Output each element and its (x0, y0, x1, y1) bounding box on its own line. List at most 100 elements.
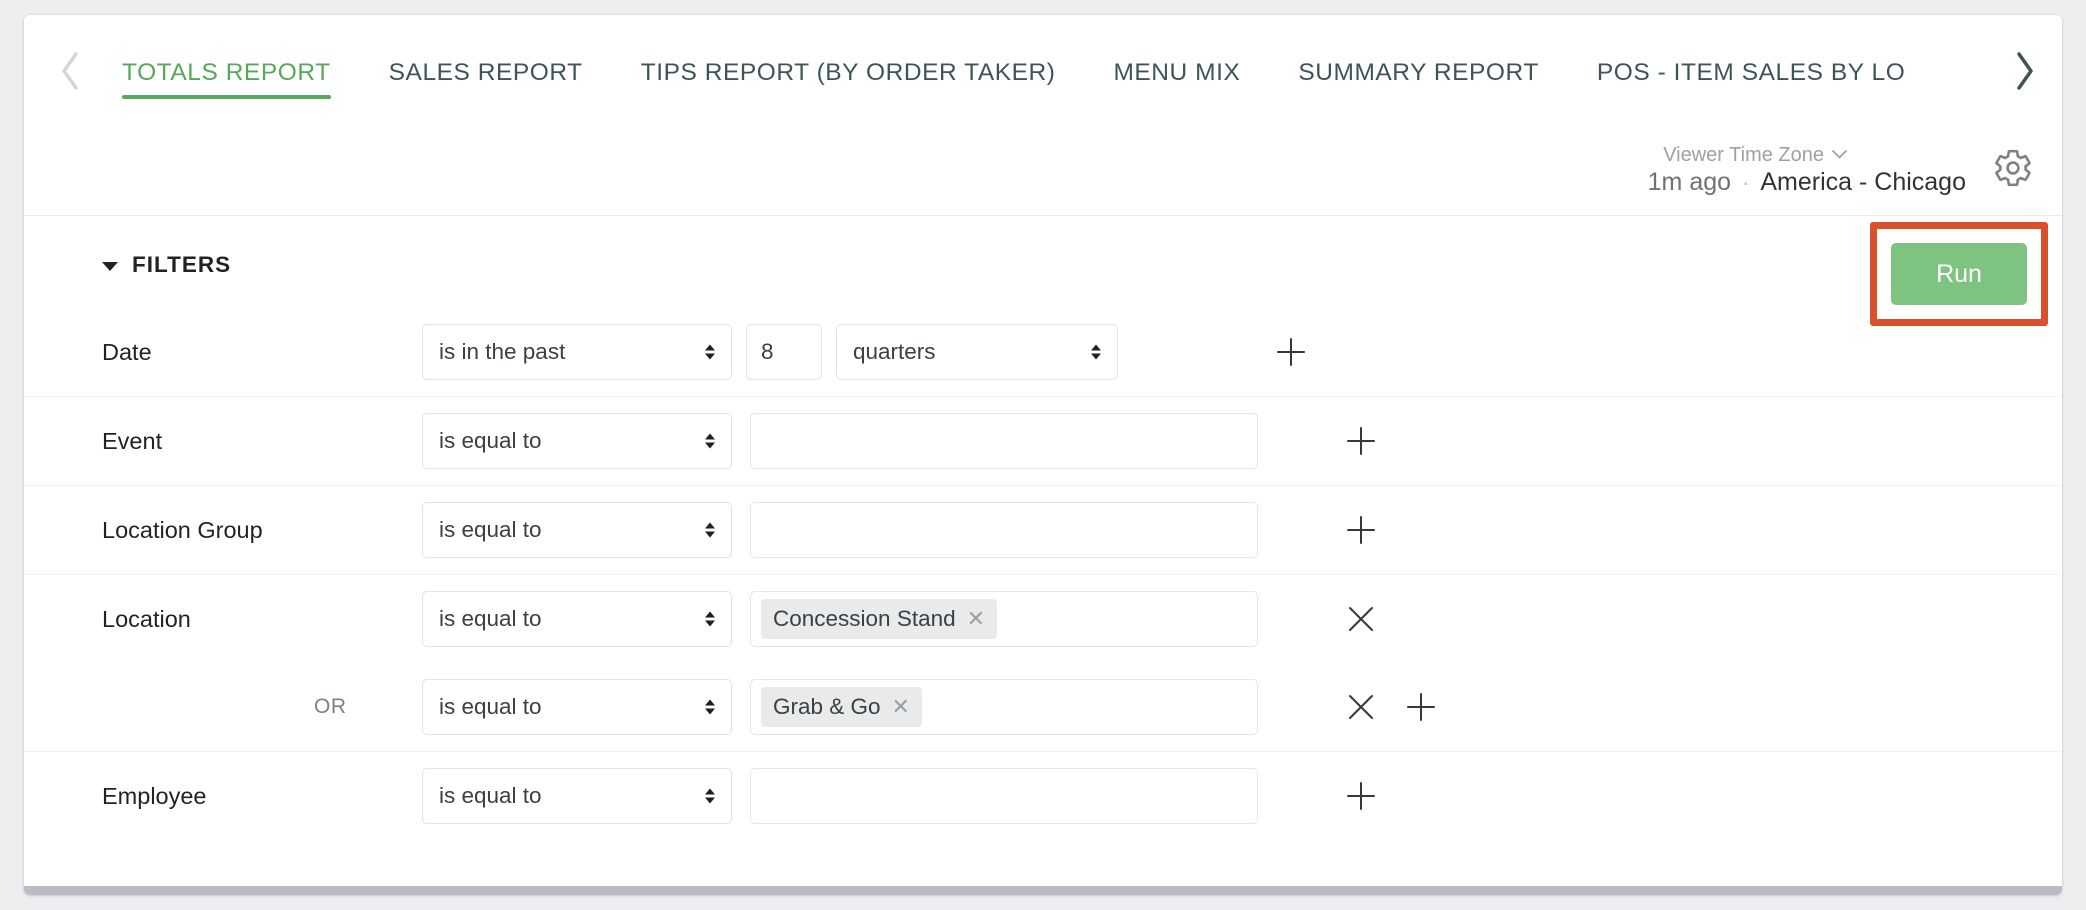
event-value-input[interactable] (750, 413, 1258, 469)
chevron-left-icon (57, 49, 83, 93)
row-actions (1274, 324, 1308, 380)
report-tab-bar: TOTALS REPORT SALES REPORT TIPS REPORT (… (24, 15, 2062, 127)
filter-row-location-group: Location Group is equal to (24, 486, 2062, 575)
token-remove-icon[interactable]: ✕ (892, 696, 910, 718)
meta-separator: · (1742, 170, 1750, 195)
select-value: is equal to (439, 694, 542, 719)
filter-token[interactable]: Concession Stand ✕ (761, 599, 998, 639)
chevron-down-icon (1831, 148, 1848, 163)
filter-rows: Date is in the past quarters (24, 308, 2062, 840)
token-label: Concession Stand (773, 606, 956, 631)
report-settings-button[interactable] (1992, 147, 2034, 194)
horizontal-scrollbar[interactable] (24, 885, 2062, 895)
last-run-time: 1m ago (1647, 168, 1732, 196)
tab-totals-report[interactable]: TOTALS REPORT (122, 15, 331, 127)
select-value: is equal to (439, 428, 542, 453)
viewer-timezone-label: Viewer Time Zone (1663, 144, 1824, 166)
select-updown-icon (705, 522, 715, 538)
filters-header: FILTERS Run (24, 216, 2062, 326)
plus-icon (1344, 779, 1378, 813)
employee-value-input[interactable] (750, 768, 1258, 824)
close-x-icon (1344, 602, 1378, 636)
date-unit-select[interactable]: quarters (836, 324, 1118, 380)
filter-row-employee: Employee is equal to (24, 752, 2062, 840)
or-connector-label: OR (314, 695, 347, 718)
tab-label: SUMMARY REPORT (1298, 59, 1539, 86)
select-updown-icon (1091, 344, 1101, 360)
tabs-scroll-right-button[interactable] (1996, 15, 2052, 127)
select-value: is equal to (439, 517, 542, 542)
filter-subrow: is in the past quarters (422, 308, 1777, 396)
location-operator-select[interactable]: is equal to (422, 591, 732, 647)
tabs-scroll-left-button[interactable] (42, 15, 98, 127)
event-operator-select[interactable]: is equal to (422, 413, 732, 469)
add-filter-button[interactable] (1404, 690, 1438, 724)
filter-subrow: is equal to (422, 486, 1777, 574)
remove-filter-button[interactable] (1344, 690, 1378, 724)
viewer-timezone-selector[interactable]: Viewer Time Zone (1663, 145, 1848, 165)
report-card: TOTALS REPORT SALES REPORT TIPS REPORT (… (24, 15, 2062, 895)
filter-row-event: Event is equal to (24, 397, 2062, 486)
filter-subrow: is equal to (422, 397, 1777, 485)
remove-filter-button[interactable] (1344, 602, 1378, 636)
row-actions (1344, 768, 1378, 824)
filter-subrow-or: is equal to Grab & Go ✕ OR (314, 663, 1777, 751)
filter-label: Date (102, 338, 152, 365)
tab-label: POS - ITEM SALES BY LO (1596, 59, 1906, 86)
filters-panel: FILTERS Run Date is in the past 8 quarte… (24, 216, 2062, 895)
location-or-operator-select[interactable]: is equal to (422, 679, 732, 735)
employee-operator-select[interactable]: is equal to (422, 768, 732, 824)
select-updown-icon (705, 433, 715, 449)
meta-text-group: Viewer Time Zone 1m ago · America - Chic… (1648, 145, 1966, 195)
app-page: TOTALS REPORT SALES REPORT TIPS REPORT (… (0, 0, 2086, 910)
chevron-right-icon (2011, 49, 2037, 93)
tab-label: TIPS REPORT (BY ORDER TAKER) (640, 59, 1056, 86)
row-actions (1344, 679, 1438, 735)
tabs-scroller: TOTALS REPORT SALES REPORT TIPS REPORT (… (98, 15, 1996, 127)
location-or-value-input[interactable]: Grab & Go ✕ (750, 679, 1258, 735)
location-group-operator-select[interactable]: is equal to (422, 502, 732, 558)
tab-sales-report[interactable]: SALES REPORT (389, 15, 583, 127)
select-value: is equal to (439, 783, 542, 808)
select-value: is in the past (439, 339, 566, 364)
add-filter-button[interactable] (1344, 424, 1378, 458)
location-group-value-input[interactable] (750, 502, 1258, 558)
report-meta-row: Viewer Time Zone 1m ago · America - Chic… (1648, 133, 2034, 207)
tab-summary-report[interactable]: SUMMARY REPORT (1298, 15, 1539, 127)
scrollbar-thumb[interactable] (24, 886, 2062, 895)
row-actions (1344, 502, 1378, 558)
filter-label: Event (102, 427, 163, 454)
tab-pos-item-sales-by-location[interactable]: POS - ITEM SALES BY LO (1597, 15, 1905, 127)
filter-label: Employee (102, 782, 207, 809)
select-value: is equal to (439, 606, 542, 631)
plus-icon (1404, 690, 1438, 724)
plus-icon (1274, 335, 1308, 369)
filter-row-body: is equal to (422, 752, 1777, 840)
filter-row-body: is in the past quarters (422, 308, 1777, 396)
date-operator-select[interactable]: is in the past (422, 324, 732, 380)
plus-icon (1344, 513, 1378, 547)
filter-row-body: is equal to (422, 486, 1777, 574)
select-value: quarters (853, 339, 936, 364)
select-updown-icon (705, 788, 715, 804)
date-amount-input[interactable] (746, 324, 822, 380)
tab-tips-report[interactable]: TIPS REPORT (BY ORDER TAKER) (641, 15, 1056, 127)
tab-menu-mix[interactable]: MENU MIX (1113, 15, 1240, 127)
add-filter-button[interactable] (1344, 779, 1378, 813)
token-remove-icon[interactable]: ✕ (967, 608, 985, 630)
add-filter-button[interactable] (1274, 335, 1308, 369)
filter-label: Location Group (102, 516, 263, 543)
plus-icon (1344, 424, 1378, 458)
filters-title-label: FILTERS (132, 252, 232, 277)
run-button[interactable]: Run (1891, 243, 2027, 305)
token-label: Grab & Go (773, 694, 881, 719)
viewer-timezone-value: America - Chicago (1760, 168, 1966, 196)
add-filter-button[interactable] (1344, 513, 1378, 547)
tab-label: MENU MIX (1113, 59, 1241, 86)
last-run-line: 1m ago · America - Chicago (1648, 170, 1966, 195)
location-value-input[interactable]: Concession Stand ✕ (750, 591, 1258, 647)
filter-token[interactable]: Grab & Go ✕ (761, 687, 922, 727)
row-actions (1344, 591, 1378, 647)
filters-collapse-toggle[interactable]: FILTERS (102, 252, 231, 278)
filter-row-body: is equal to (422, 397, 1777, 485)
